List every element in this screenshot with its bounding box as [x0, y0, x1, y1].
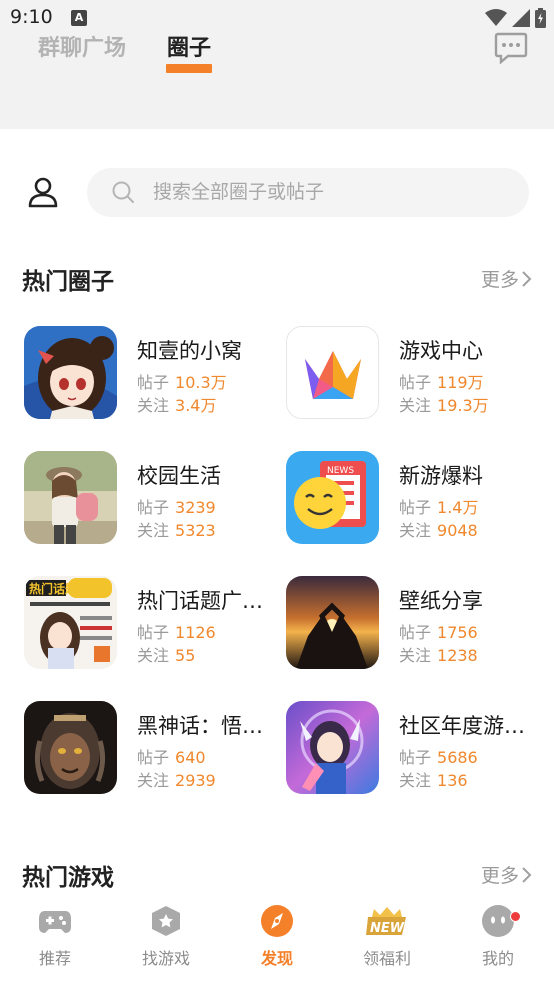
battery-icon [535, 8, 546, 28]
circle-name: 热门话题广… [137, 589, 263, 613]
new-badge-icon: NEW [366, 907, 406, 936]
user-profile-icon[interactable] [27, 176, 59, 208]
nav-item-recommend[interactable]: 推荐 [10, 903, 100, 969]
circle-thumbnail: NEWS [286, 451, 379, 544]
chevron-right-icon [522, 866, 532, 883]
nav-item-mine[interactable]: 我的 [453, 903, 543, 969]
circle-name: 黑神话：悟… [137, 714, 263, 738]
status-time: 9:10 [10, 6, 53, 28]
circle-name: 校园生活 [137, 464, 221, 488]
circle-followers: 关注 3.4万 [137, 396, 217, 415]
circle-name: 新游爆料 [399, 464, 483, 488]
circle-thumbnail [24, 451, 117, 544]
search-bar[interactable] [87, 168, 529, 217]
thumb-news-text: NEWS [327, 466, 354, 476]
tab-circles[interactable]: 圈子 [167, 30, 211, 62]
hexagon-star-icon [152, 906, 180, 936]
circle-followers: 关注 19.3万 [399, 396, 489, 415]
circle-item[interactable]: 知壹的小窝 帖子 10.3万 关注 3.4万 [24, 326, 274, 420]
notification-dot [510, 911, 521, 922]
hot-circles-more-link[interactable]: 更多 [481, 265, 532, 292]
circle-posts: 帖子 119万 [399, 373, 484, 392]
message-icon[interactable] [494, 32, 528, 64]
circle-thumbnail [286, 576, 379, 669]
circle-followers: 关注 136 [399, 771, 468, 790]
gamepad-icon [39, 911, 71, 933]
nav-label: 领福利 [362, 949, 411, 968]
system-icons [485, 7, 546, 29]
compass-icon [261, 905, 293, 937]
top-header: 9:10 A 群聊广场 圈子 [0, 0, 554, 129]
circle-item[interactable]: NEWS 新游爆料 帖子 1.4万 关注 9048 [286, 451, 536, 545]
bottom-nav: 推荐 找游戏 发现 NEW 领福利 我的 [0, 895, 554, 985]
circle-followers: 关注 1238 [399, 646, 478, 665]
more-label: 更多 [480, 269, 519, 291]
face-icon [482, 905, 514, 937]
circle-followers: 关注 5323 [137, 521, 216, 540]
circle-posts: 帖子 5686 [399, 748, 478, 767]
circle-posts: 帖子 1.4万 [399, 498, 479, 517]
search-input[interactable] [153, 168, 513, 217]
circle-item[interactable]: 校园生活 帖子 3239 关注 5323 [24, 451, 274, 545]
circle-name: 游戏中心 [399, 339, 483, 363]
nav-item-find-games[interactable]: 找游戏 [121, 903, 211, 969]
circle-thumbnail [286, 326, 379, 419]
hot-circles-title: 热门圈子 [22, 269, 114, 295]
circle-thumbnail [286, 701, 379, 794]
notification-a-icon: A [71, 10, 87, 26]
circle-item[interactable]: 社区年度游… 帖子 5686 关注 136 [286, 701, 536, 795]
new-badge-text: NEW [370, 921, 405, 936]
nav-label: 找游戏 [141, 949, 190, 968]
cell-signal-icon [512, 9, 530, 27]
circle-posts: 帖子 1756 [399, 623, 478, 642]
nav-label: 推荐 [38, 949, 71, 968]
circle-item[interactable]: 黑神话：悟… 帖子 640 关注 2939 [24, 701, 274, 795]
circle-item[interactable]: 壁纸分享 帖子 1756 关注 1238 [286, 576, 536, 670]
wifi-icon [485, 9, 507, 26]
search-icon [112, 181, 134, 203]
circle-thumbnail: 热门话题 [24, 576, 117, 669]
circle-followers: 关注 9048 [399, 521, 478, 540]
more-label: 更多 [480, 865, 519, 887]
circle-name: 壁纸分享 [399, 589, 483, 613]
circle-followers: 关注 2939 [137, 771, 216, 790]
active-tab-indicator [166, 64, 212, 73]
circle-posts: 帖子 640 [137, 748, 206, 767]
circle-thumbnail [24, 701, 117, 794]
nav-item-rewards[interactable]: NEW 领福利 [342, 903, 432, 969]
circle-followers: 关注 55 [137, 646, 196, 665]
chevron-right-icon [522, 270, 532, 287]
thumb-topic-text: 热门话题 [29, 581, 78, 596]
circle-item[interactable]: 游戏中心 帖子 119万 关注 19.3万 [286, 326, 536, 420]
circle-posts: 帖子 1126 [137, 623, 216, 642]
circle-name: 社区年度游… [399, 714, 525, 738]
nav-label: 我的 [481, 949, 514, 968]
circle-name: 知壹的小窝 [137, 339, 242, 363]
circle-item[interactable]: 热门话题 热门话题广… 帖子 1126 关注 55 [24, 576, 274, 670]
nav-label: 发现 [260, 949, 293, 968]
circle-posts: 帖子 10.3万 [137, 373, 227, 392]
tab-group-chat[interactable]: 群聊广场 [38, 30, 126, 62]
hot-games-title: 热门游戏 [22, 865, 114, 891]
nav-item-discover[interactable]: 发现 [232, 903, 322, 969]
circle-posts: 帖子 3239 [137, 498, 216, 517]
circle-thumbnail [24, 326, 117, 419]
hot-games-more-link[interactable]: 更多 [481, 861, 532, 888]
